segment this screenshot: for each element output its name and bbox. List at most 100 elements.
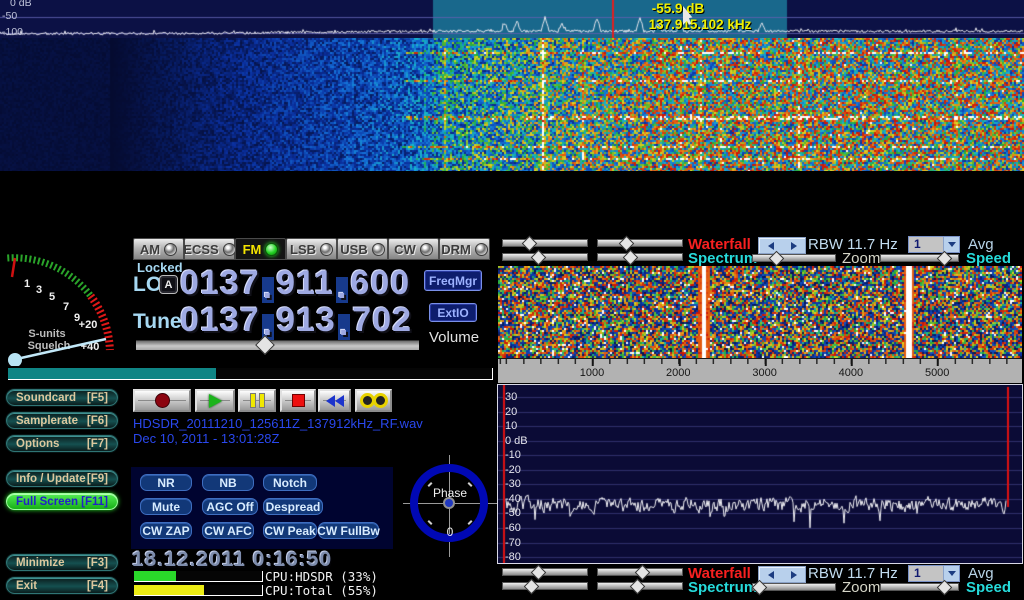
- menu-button-samplerate[interactable]: Samplerate[F6]: [6, 412, 118, 429]
- speed-slider-thumb[interactable]: [937, 580, 953, 596]
- waterfall-brightness-slider[interactable]: [502, 568, 588, 576]
- zoom-slider[interactable]: [752, 254, 836, 262]
- cpu-bar-0: [134, 571, 263, 582]
- mode-button-lsb[interactable]: LSB: [286, 238, 337, 260]
- af-controls-bottom: WaterfallRBW 11.7 Hz1AvgSpectrumZoomSpee…: [497, 565, 1024, 595]
- spectrum-contrast-slider[interactable]: [597, 582, 683, 590]
- cpu-text-1: CPU:Total (55%): [265, 583, 378, 598]
- record-button[interactable]: [133, 389, 191, 412]
- dsp-button-nb[interactable]: NB: [202, 474, 254, 491]
- af-frequency-scale[interactable]: 10002000300040005000: [498, 358, 1022, 383]
- af-scale-minor-ticks: [498, 359, 1022, 364]
- digit-group: 702: [352, 301, 412, 340]
- menu-button-label: Info / Update: [16, 473, 86, 485]
- af-waterfall-display[interactable]: [498, 266, 1022, 358]
- mode-button-fm[interactable]: FM: [235, 238, 286, 260]
- zoom-slider-thumb[interactable]: [769, 251, 785, 267]
- menu-button-info-update[interactable]: Info / Update[F9]: [6, 470, 118, 487]
- freqmgr-button[interactable]: FreqMgr: [424, 270, 482, 291]
- playback-progress-bar[interactable]: [8, 368, 493, 380]
- tune-frequency-display[interactable]: 0137.913.702: [180, 301, 412, 340]
- play-button[interactable]: [195, 389, 235, 412]
- lo-auto-button[interactable]: A: [159, 275, 178, 294]
- af-spectrum-canvas: [498, 385, 1022, 563]
- menu-button-label: Soundcard: [16, 392, 76, 404]
- dsp-button-mute[interactable]: Mute: [140, 498, 192, 515]
- mode-radio-icon: [372, 243, 385, 256]
- s-units-label: S-units: [28, 328, 65, 340]
- lo-frequency-display[interactable]: 0137.911.600: [180, 264, 410, 303]
- dsp-button-nr[interactable]: NR: [140, 474, 192, 491]
- af-spectrum-display[interactable]: 3020100 dB-10-20-30-40-50-60-70-80: [497, 384, 1023, 564]
- stop-button[interactable]: [280, 389, 316, 412]
- rbw-left-arrow[interactable]: [759, 238, 782, 253]
- af-db-label: -80: [505, 551, 521, 563]
- spectrum-brightness-slider-thumb[interactable]: [524, 579, 540, 595]
- mode-button-usb[interactable]: USB: [337, 238, 388, 260]
- waterfall-contrast-slider[interactable]: [597, 568, 683, 576]
- waterfall-contrast-slider[interactable]: [597, 239, 683, 247]
- waterfall-brightness-slider[interactable]: [502, 239, 588, 247]
- mode-radio-icon: [223, 243, 236, 256]
- rbw-left-arrow[interactable]: [759, 567, 782, 582]
- volume-slider[interactable]: [136, 340, 419, 350]
- mode-selector-row: AMECSS FMLSBUSB CW DRM: [133, 238, 490, 260]
- mode-button-cw[interactable]: CW: [388, 238, 439, 260]
- dsp-button-cw-fullbw[interactable]: CW FullBw: [318, 522, 379, 539]
- hdsdr-window: 1378851378901378951379001379051379101379…: [0, 0, 1024, 600]
- digit-group: 0137: [180, 264, 260, 303]
- mode-label: CW: [394, 242, 416, 257]
- dsp-panel: NR NB Notch Mute AGC Off Despread CW ZAP CW AFC…: [131, 467, 393, 549]
- spectrum-brightness-slider[interactable]: [502, 253, 588, 261]
- dsp-button-cw-peak[interactable]: CW Peak: [263, 522, 317, 539]
- menu-button-label: Full Screen: [16, 496, 78, 508]
- record-icon: [155, 393, 170, 408]
- mode-button-ecss[interactable]: ECSS: [184, 238, 235, 260]
- menu-button-label: Options: [16, 438, 59, 450]
- rbw-right-arrow[interactable]: [782, 238, 805, 253]
- menu-button-minimize[interactable]: Minimize[F3]: [6, 554, 118, 571]
- extio-button[interactable]: ExtIO: [429, 303, 477, 322]
- spectrum-brightness-slider[interactable]: [502, 582, 588, 590]
- dsp-button-cw-afc[interactable]: CW AFC: [202, 522, 254, 539]
- rbw-scroll-control[interactable]: [758, 566, 806, 583]
- zoom-slider[interactable]: [752, 583, 836, 591]
- speed-slider-thumb[interactable]: [937, 251, 953, 267]
- menu-button-soundcard[interactable]: Soundcard[F5]: [6, 389, 118, 406]
- speed-label: Speed: [966, 250, 1011, 267]
- mode-button-am[interactable]: AM: [133, 238, 184, 260]
- avg-dropdown[interactable]: 1: [908, 236, 960, 253]
- avg-dropdown[interactable]: 1: [908, 565, 960, 582]
- menu-button-full-screen[interactable]: Full Screen[F11]: [6, 493, 118, 510]
- loop-button[interactable]: [355, 389, 392, 412]
- spectrum-contrast-slider[interactable]: [597, 253, 683, 261]
- rewind-button[interactable]: [318, 389, 351, 412]
- dsp-button-notch[interactable]: Notch: [263, 474, 317, 491]
- dsp-button-agc-off[interactable]: AGC Off: [202, 498, 258, 515]
- waterfall-contrast-slider-thumb[interactable]: [619, 236, 635, 252]
- spectrum-contrast-slider-thumb[interactable]: [630, 579, 646, 595]
- dsp-button-cw-zap[interactable]: CW ZAP: [140, 522, 192, 539]
- speed-slider[interactable]: [880, 254, 959, 262]
- af-db-label: 20: [505, 406, 517, 418]
- mode-button-drm[interactable]: DRM: [439, 238, 490, 260]
- spectrum-contrast-slider-thumb[interactable]: [623, 250, 639, 266]
- menu-button-exit[interactable]: Exit[F4]: [6, 577, 118, 594]
- rbw-right-arrow[interactable]: [782, 567, 805, 582]
- rf-spectrum-display[interactable]: 0 dB -50 -100 -55.9 dB 137.915.102 kHz: [0, 0, 1024, 38]
- signal-level-readout: -55.9 dB: [652, 1, 705, 16]
- waterfall-brightness-slider-thumb[interactable]: [531, 565, 547, 581]
- pause-button[interactable]: [238, 389, 276, 412]
- waterfall-brightness-slider-thumb[interactable]: [522, 236, 538, 252]
- spectrum-brightness-slider-thumb[interactable]: [531, 250, 547, 266]
- dropdown-arrow-icon[interactable]: [943, 566, 959, 581]
- menu-button-options[interactable]: Options[F7]: [6, 435, 118, 452]
- speed-slider[interactable]: [880, 583, 959, 591]
- dsp-button-despread[interactable]: Despread: [263, 498, 323, 515]
- loop-icon: [360, 393, 388, 408]
- dropdown-arrow-icon[interactable]: [943, 237, 959, 252]
- cpu-text-0: CPU:HDSDR (33%): [265, 569, 378, 584]
- zoom-label: Zoom: [842, 579, 880, 596]
- rbw-scroll-control[interactable]: [758, 237, 806, 254]
- mode-label: ECSS: [183, 242, 218, 257]
